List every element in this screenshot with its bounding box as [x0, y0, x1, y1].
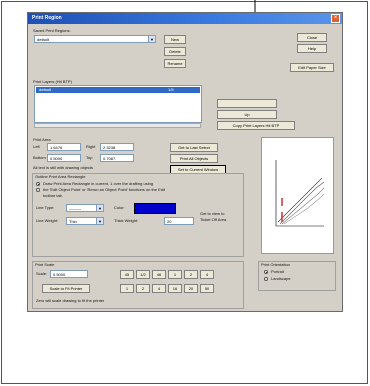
outline-label: Outline Print Area Rectangle [35, 174, 86, 179]
copy-print-layers-button[interactable]: Copy Print Layers Hit BTP [217, 121, 295, 130]
side-note-a: Get to view to [200, 211, 225, 216]
scale-preset-10[interactable]: 16 [168, 284, 182, 293]
outline-option-1: Draw Print Area Rectangle in current, 1 … [43, 181, 154, 186]
list-item-name: default [39, 87, 52, 92]
layers-list[interactable]: default 1/8 [34, 85, 202, 123]
color-label: Color: [114, 205, 125, 210]
saved-regions-select[interactable]: default ▼ [34, 35, 156, 43]
scale-preset-6[interactable]: 4 [200, 270, 214, 279]
line-weight-value: Thin [69, 219, 77, 224]
saved-regions-value: default [37, 37, 50, 42]
portrait-label: Portrait [271, 269, 284, 274]
thick-weight-label: Thick Weight: [114, 218, 139, 223]
print-preview [261, 137, 334, 254]
thick-weight-field[interactable]: 20 [164, 217, 194, 225]
scale-preset-7[interactable]: 1 [120, 284, 134, 293]
new-button[interactable]: New [164, 35, 186, 44]
print-area-label: Print Area [33, 137, 51, 142]
scale-preset-8[interactable]: 2 [136, 284, 150, 293]
outline-option-1b: the 'Edit Object Point' or 'Rerun an Obj… [43, 187, 166, 192]
bottom-label: Bottom [33, 155, 46, 160]
bottom-field[interactable]: 0.5000 [47, 154, 81, 162]
line-weight-select[interactable]: Thin ▼ [66, 217, 104, 225]
right-label: Right [86, 144, 96, 149]
scale-label: Scale: [36, 271, 48, 276]
up-button[interactable]: Up [217, 110, 277, 119]
window-title: Print Region [32, 15, 62, 21]
layers-list-label: Print Layers (Hit BTP) [33, 79, 72, 84]
right-field[interactable]: 2.3238 [100, 143, 134, 151]
line-weight-label: Line Weight: [36, 218, 59, 223]
print-region-dialog: Print Region × Saved Print Regions: defa… [27, 12, 343, 312]
chevron-down-icon[interactable]: ▼ [96, 205, 103, 211]
scale-to-fit-button[interactable]: Scale to Fit Printer [42, 284, 90, 293]
line-type-label: Line Type: [36, 205, 55, 210]
help-button[interactable]: Help [297, 44, 327, 53]
preview-drawing [275, 160, 325, 227]
set-to-last-select-button[interactable]: Get to Last Select [170, 143, 218, 152]
scale-preset-9[interactable]: 4 [152, 284, 166, 293]
scale-note: Zero will scale drawing to fit the print… [36, 298, 105, 303]
portrait-radio[interactable] [264, 270, 268, 274]
orientation-label: Print Orientation [261, 262, 290, 267]
title-bar: Print Region × [28, 13, 342, 24]
scale-preset-3[interactable]: 46 [152, 270, 166, 279]
chevron-down-icon[interactable]: ▼ [148, 36, 155, 42]
scale-preset-11[interactable]: 20 [184, 284, 198, 293]
outline-radio-off[interactable] [36, 188, 40, 192]
top-label: Top [86, 155, 93, 160]
color-swatch[interactable] [134, 203, 176, 214]
left-field[interactable]: 1.6476 [47, 143, 81, 151]
outline-radio-on[interactable] [36, 182, 40, 186]
saved-regions-label: Saved Print Regions: [33, 28, 71, 33]
chevron-down-icon[interactable]: ▼ [96, 218, 103, 224]
landscape-radio[interactable] [264, 277, 268, 281]
scale-preset-2[interactable]: 1/2 [136, 270, 150, 279]
edit-paper-size-button[interactable]: Edit Paper Size [290, 63, 334, 72]
rename-button[interactable]: Rename [164, 59, 186, 68]
list-item[interactable]: default 1/8 [36, 87, 200, 93]
delete-button[interactable]: Delete [164, 47, 186, 56]
print-scale-label: Print Scale [35, 262, 55, 267]
scale-preset-4[interactable]: 1 [168, 270, 182, 279]
scale-preset-1[interactable]: 45 [120, 270, 134, 279]
line-type-value: ——— [69, 206, 81, 211]
line-type-select[interactable]: ——— ▼ [66, 204, 104, 212]
close-button[interactable]: Close [297, 33, 327, 42]
scale-preset-5[interactable]: 2 [184, 270, 198, 279]
layer-button-1[interactable] [217, 99, 277, 108]
landscape-label: Landscape [271, 276, 291, 281]
print-area-note: All text is still with drawing objects [33, 165, 94, 170]
close-icon[interactable]: × [331, 14, 340, 23]
list-item-value: 1/8 [168, 87, 174, 92]
left-label: Left [33, 144, 40, 149]
scale-field[interactable]: 0.5000 [50, 270, 88, 278]
top-field[interactable]: 0.7087 [100, 154, 134, 162]
outline-option-1c: toolbar tab. [43, 193, 64, 198]
side-note-b: Ticket Off Area [200, 217, 227, 222]
print-all-objects-button[interactable]: Print All Objects [170, 154, 218, 163]
layers-scrollbar[interactable] [34, 123, 201, 128]
scale-preset-12[interactable]: 50 [200, 284, 214, 293]
